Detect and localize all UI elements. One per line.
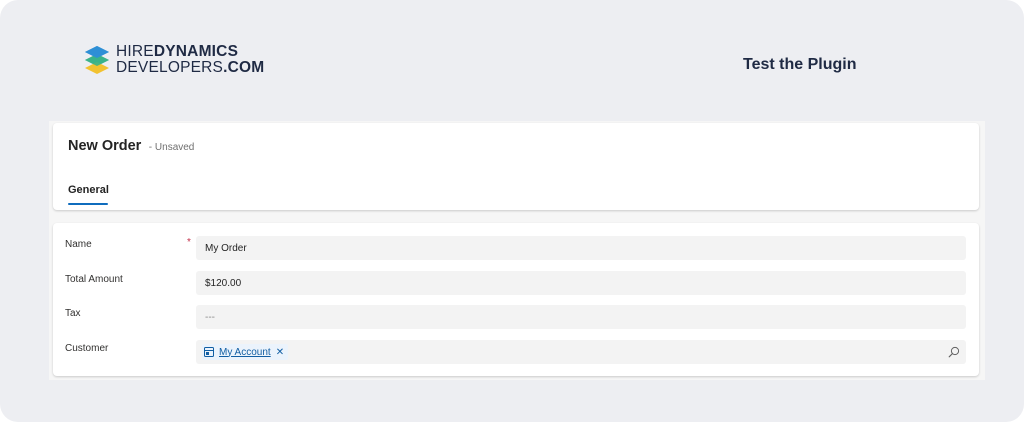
total-amount-label: Total Amount [65,274,123,285]
name-input[interactable] [196,236,966,260]
field-row-tax: Tax [53,305,979,329]
remove-customer-icon[interactable]: ✕ [276,347,284,358]
tab-general[interactable]: General [68,184,109,205]
tax-input[interactable] [196,305,966,329]
customer-lookup[interactable]: My Account ✕ [196,340,966,364]
brand-hire: HIRE [116,43,154,60]
customer-label: Customer [65,343,109,354]
general-form-section: Name * Total Amount Tax Customer [53,223,979,376]
customer-link[interactable]: My Account [219,347,271,358]
field-row-name: Name * [53,236,979,260]
name-label: Name [65,239,92,250]
record-title: New Order - Unsaved [68,137,194,155]
page-frame: HIREDYNAMICS DEVELOPERS.COM Test the Plu… [0,0,1024,422]
record-save-state: - Unsaved [148,142,195,153]
tax-label: Tax [65,308,81,319]
brand-logo: HIREDYNAMICS DEVELOPERS.COM [84,44,264,76]
brand-developers: DEVELOPERS [116,59,224,76]
customer-lookup-tag: My Account ✕ [202,344,289,360]
brand-line-1: HIREDYNAMICS [116,44,264,60]
brand-line-2: DEVELOPERS.COM [116,60,264,76]
required-indicator: * [187,237,191,248]
record-header: New Order - Unsaved General [53,123,979,210]
page-heading: Test the Plugin [743,56,857,73]
crm-app-panel: New Order - Unsaved General Name * Total… [49,121,985,380]
brand-com: .COM [223,59,265,76]
field-row-total-amount: Total Amount [53,271,979,295]
brand-wordmark: HIREDYNAMICS DEVELOPERS.COM [116,44,264,76]
layers-logo-icon [85,46,109,74]
record-name: New Order [68,138,142,154]
account-record-icon [204,347,214,357]
brand-dynamics: DYNAMICS [153,43,239,60]
search-icon[interactable] [948,346,960,358]
total-amount-input[interactable] [196,271,966,295]
field-row-customer: Customer My Account ✕ [53,340,979,364]
